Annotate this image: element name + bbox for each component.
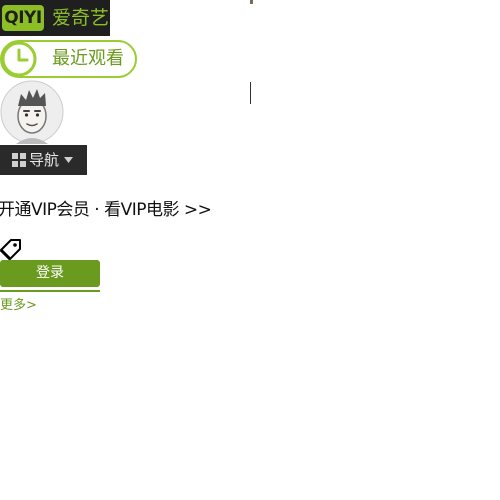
recent-history-label: 最近观看 <box>52 48 124 69</box>
stray-mark <box>250 0 253 4</box>
logo-mark: QIYI <box>2 5 44 31</box>
navigation-label: 导航 <box>29 151 60 169</box>
login-underline <box>0 290 100 292</box>
grid-icon <box>12 153 26 167</box>
clock-icon <box>1 41 37 77</box>
iqiyi-logo[interactable]: QIYI 爱奇艺 <box>0 0 110 36</box>
navigation-button[interactable]: 导航 <box>0 145 87 175</box>
more-link[interactable]: 更多> <box>0 297 37 315</box>
tag-icon <box>0 239 21 260</box>
divider-line <box>250 82 251 104</box>
page: QIYI 爱奇艺 最近观看 导航 开通VIP会员 · 看VIP电影 >> 登录 … <box>0 0 500 500</box>
login-button[interactable]: 登录 <box>0 260 100 287</box>
logo-name: 爱奇艺 <box>52 7 110 29</box>
chevron-down-icon <box>64 157 74 163</box>
vip-promo-link[interactable]: 开通VIP会员 · 看VIP电影 >> <box>0 198 252 222</box>
avatar[interactable] <box>0 80 64 144</box>
recent-history-button[interactable]: 最近观看 <box>0 40 137 78</box>
